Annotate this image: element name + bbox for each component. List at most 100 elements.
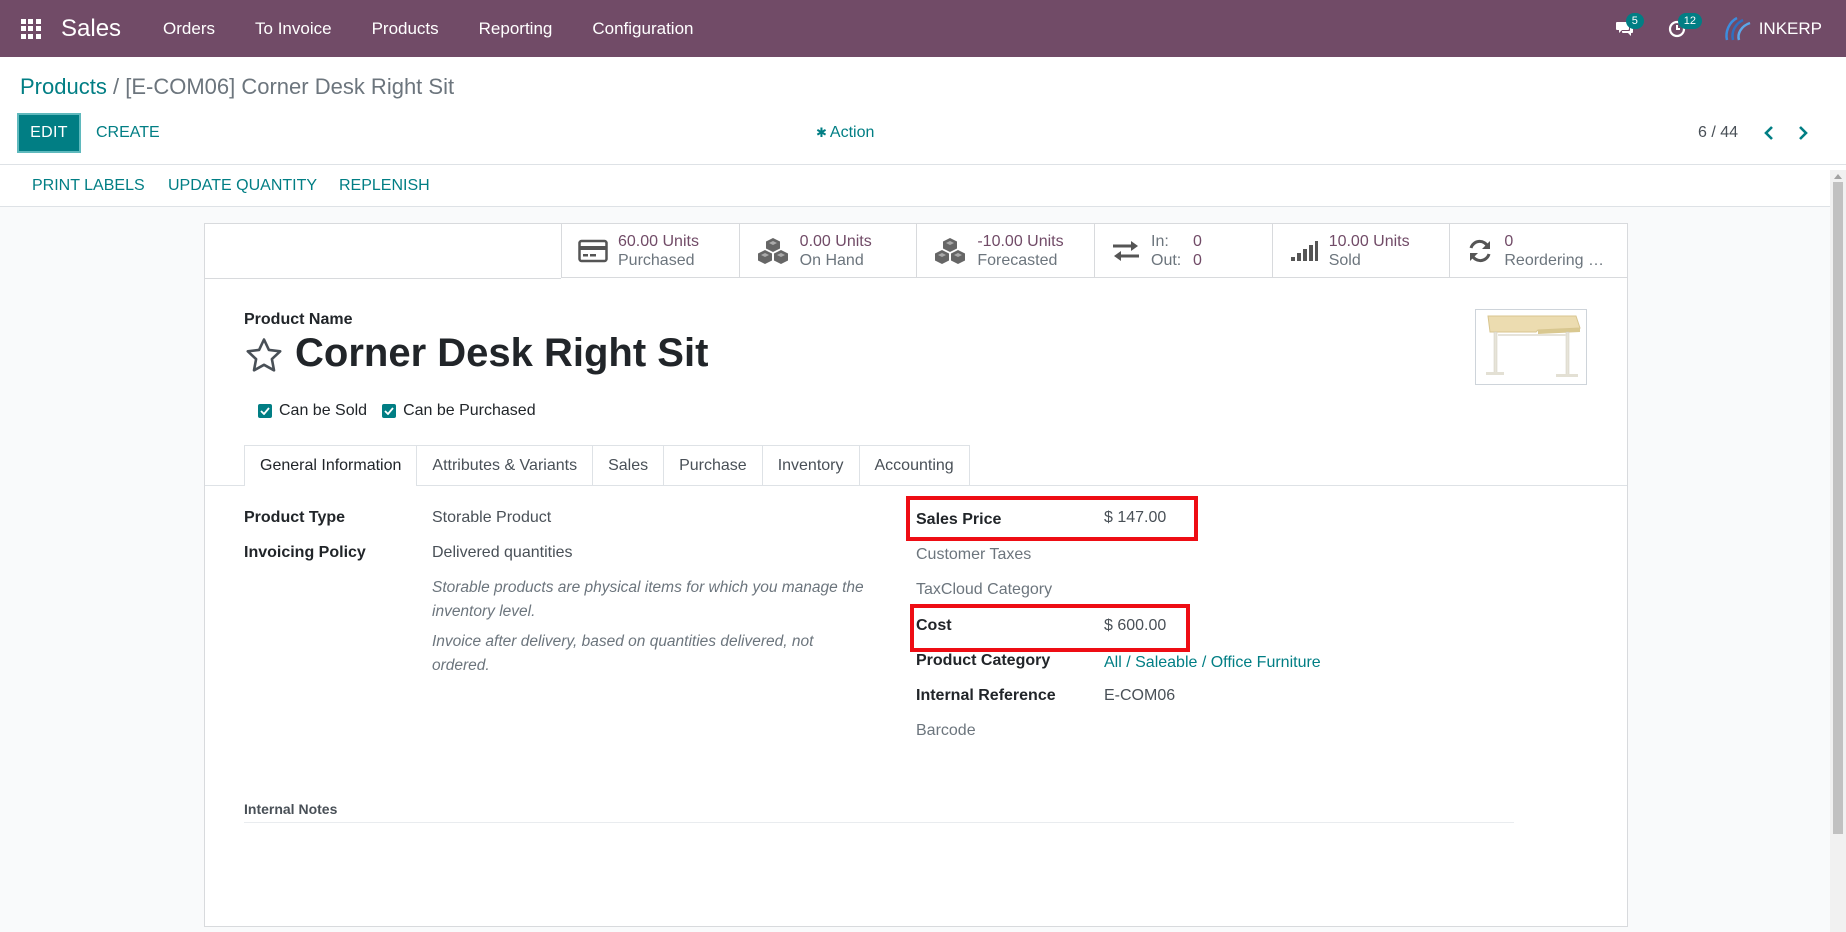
tab-general-information[interactable]: General Information xyxy=(244,445,418,486)
vertical-scrollbar[interactable] xyxy=(1830,170,1846,932)
invoicing-policy-help: Invoice after delivery, based on quantit… xyxy=(432,633,814,674)
product-type-field[interactable]: Storable Product xyxy=(432,509,551,527)
messages-badge: 5 xyxy=(1625,13,1644,29)
pager-value[interactable]: 6 / 44 xyxy=(1698,124,1738,142)
in-label: In: xyxy=(1151,233,1169,250)
internal-notes-label: Internal Notes xyxy=(244,801,338,817)
menu-orders[interactable]: Orders xyxy=(143,0,235,57)
cost-label: Cost xyxy=(916,617,952,634)
tab-inventory[interactable]: Inventory xyxy=(761,445,860,485)
cubes-icon xyxy=(935,238,966,264)
company-switcher[interactable]: INKERP xyxy=(1703,16,1846,42)
breadcrumb: Products / [E-COM06] Corner Desk Right S… xyxy=(20,74,454,100)
form-sheet: 60.00 Units Purchased 0.00 Units On Hand xyxy=(204,223,1628,927)
forecasted-label: Forecasted xyxy=(977,252,1058,269)
product-name-label: Product Name xyxy=(244,311,353,328)
internal-notes-field[interactable] xyxy=(244,822,1514,823)
in-value: 0 xyxy=(1193,233,1202,250)
main-menu: Orders To Invoice Products Reporting Con… xyxy=(143,0,713,57)
signal-icon xyxy=(1290,241,1318,261)
create-button[interactable]: CREATE xyxy=(96,113,160,153)
menu-to-invoice[interactable]: To Invoice xyxy=(235,0,352,57)
sold-smart-button[interactable]: 10.00 Units Sold xyxy=(1271,224,1450,278)
product-flags: Can be Sold Can be Purchased xyxy=(258,402,551,420)
form-statusbar: PRINT LABELS UPDATE QUANTITY REPLENISH xyxy=(0,165,1846,207)
on-hand-value: 0.00 Units xyxy=(799,233,872,250)
can-be-sold-label: Can be Sold xyxy=(279,402,368,419)
activities-badge: 12 xyxy=(1677,13,1702,29)
replenish-button[interactable]: REPLENISH xyxy=(339,165,430,207)
tab-accounting[interactable]: Accounting xyxy=(858,445,970,485)
action-dropdown[interactable]: ✱ Action xyxy=(816,113,874,153)
credit-card-icon xyxy=(578,239,608,263)
tab-attributes-variants[interactable]: Attributes & Variants xyxy=(416,445,594,485)
invoicing-policy-label: Invoicing Policy xyxy=(244,544,366,561)
internal-reference-label: Internal Reference xyxy=(916,687,1056,704)
tab-purchase[interactable]: Purchase xyxy=(663,445,763,485)
reordering-label: Reordering R... xyxy=(1504,252,1613,269)
product-category-label: Product Category xyxy=(916,652,1051,669)
customer-taxes-label: Customer Taxes xyxy=(916,546,1032,563)
cost-field[interactable]: $ 600.00 xyxy=(1104,617,1166,635)
reordering-smart-button[interactable]: 0 Reordering R... xyxy=(1449,224,1627,278)
menu-configuration[interactable]: Configuration xyxy=(572,0,713,57)
purchased-smart-button[interactable]: 60.00 Units Purchased xyxy=(561,224,739,278)
taxcloud-category-label: TaxCloud Category xyxy=(916,581,1053,598)
inkerp-logo-icon xyxy=(1724,16,1751,40)
in-out-smart-button[interactable]: In: 0 Out: 0 xyxy=(1094,224,1272,278)
messages-button[interactable]: 5 xyxy=(1599,0,1651,57)
cubes-icon xyxy=(757,238,788,264)
forecasted-value: -10.00 Units xyxy=(977,233,1064,250)
smart-bar-divider xyxy=(205,278,561,279)
activities-button[interactable]: 12 xyxy=(1651,0,1703,57)
print-labels-button[interactable]: PRINT LABELS xyxy=(32,165,145,207)
top-navbar: Sales Orders To Invoice Products Reporti… xyxy=(0,0,1846,57)
systray: 5 12 INKERP xyxy=(1599,0,1846,57)
apps-menu-icon[interactable] xyxy=(0,0,61,57)
on-hand-smart-button[interactable]: 0.00 Units On Hand xyxy=(738,224,917,278)
product-image[interactable] xyxy=(1475,309,1587,385)
product-category-link[interactable]: All / Saleable / Office Furniture xyxy=(1104,654,1321,672)
scroll-up-arrow-icon[interactable] xyxy=(1834,174,1842,179)
sold-value: 10.00 Units xyxy=(1328,233,1410,250)
action-label: Action xyxy=(829,124,875,141)
update-quantity-button[interactable]: UPDATE QUANTITY xyxy=(168,165,317,207)
edit-button[interactable]: EDIT xyxy=(17,113,81,153)
can-be-purchased-checkbox[interactable] xyxy=(382,404,397,418)
product-name: Corner Desk Right Sit xyxy=(295,331,709,375)
invoicing-policy-field[interactable]: Delivered quantities xyxy=(432,544,573,562)
refresh-icon xyxy=(1469,239,1491,263)
tab-sales[interactable]: Sales xyxy=(592,445,665,485)
product-type-label: Product Type xyxy=(244,509,346,526)
can-be-purchased-option: Can be Purchased xyxy=(382,402,536,420)
sold-label: Sold xyxy=(1328,252,1361,269)
out-value: 0 xyxy=(1193,252,1202,269)
can-be-sold-checkbox[interactable] xyxy=(258,404,272,418)
chevron-left-icon xyxy=(1764,126,1773,140)
reordering-value: 0 xyxy=(1504,233,1514,250)
menu-reporting[interactable]: Reporting xyxy=(459,0,573,57)
internal-reference-field[interactable]: E-COM06 xyxy=(1104,687,1175,705)
forecasted-smart-button[interactable]: -10.00 Units Forecasted xyxy=(916,224,1094,278)
pager-next-button[interactable] xyxy=(1786,113,1820,153)
chevron-right-icon xyxy=(1799,126,1808,140)
purchased-value: 60.00 Units xyxy=(618,233,699,250)
notebook-tabs: General Information Attributes & Variant… xyxy=(244,445,970,486)
breadcrumb-products-link[interactable]: Products xyxy=(20,74,107,99)
can-be-purchased-label: Can be Purchased xyxy=(403,402,536,419)
tabs-divider xyxy=(205,485,1627,486)
exchange-icon xyxy=(1113,241,1140,261)
pager: 6 / 44 xyxy=(1698,113,1820,153)
scroll-thumb[interactable] xyxy=(1833,182,1843,834)
product-type-help: Storable products are physical items for… xyxy=(432,579,864,620)
out-label: Out: xyxy=(1151,252,1182,269)
app-brand[interactable]: Sales xyxy=(61,15,121,43)
gear-icon: ✱ xyxy=(816,125,827,140)
sales-price-field[interactable]: $ 147.00 xyxy=(1104,509,1166,527)
menu-products[interactable]: Products xyxy=(352,0,459,57)
purchased-label: Purchased xyxy=(618,252,695,269)
barcode-label: Barcode xyxy=(916,722,976,739)
pager-previous-button[interactable] xyxy=(1752,113,1786,153)
favorite-star-icon[interactable] xyxy=(245,337,283,378)
on-hand-label: On Hand xyxy=(799,252,864,269)
